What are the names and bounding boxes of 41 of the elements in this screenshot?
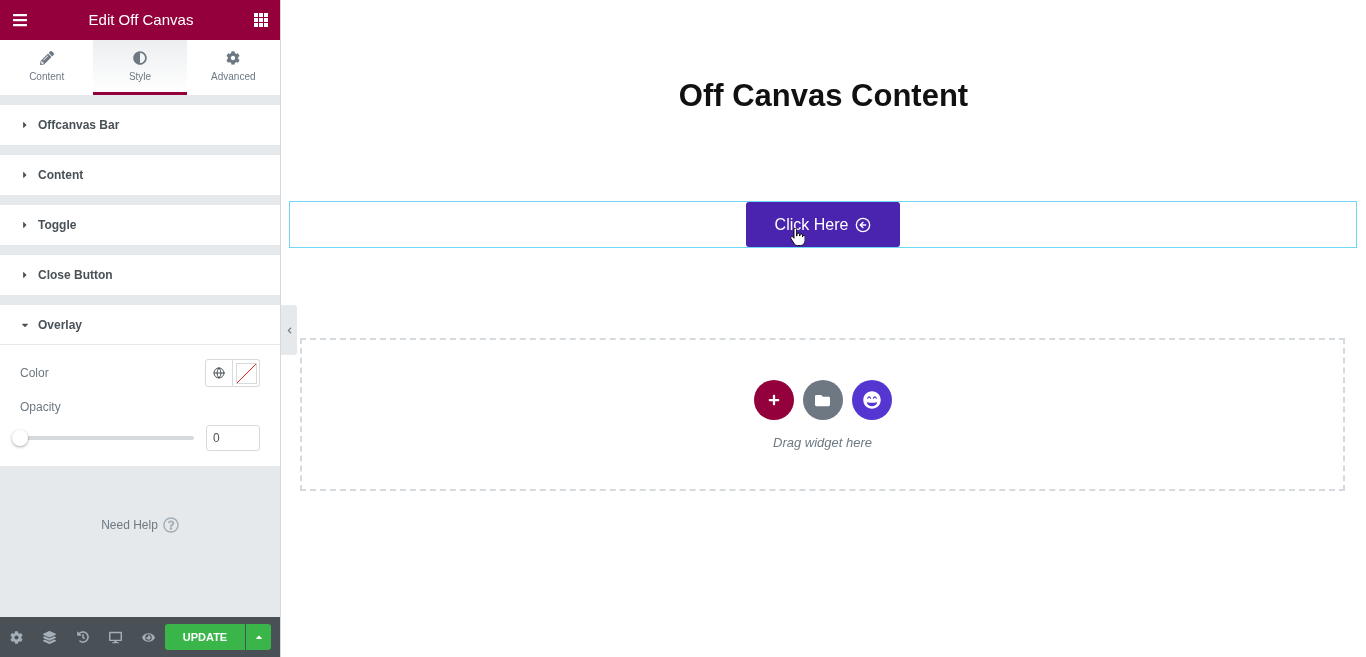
plus-icon	[767, 394, 780, 406]
eye-icon	[142, 630, 155, 644]
help-icon	[162, 517, 179, 533]
section-header[interactable]: Close Button	[0, 255, 280, 295]
slider-thumb[interactable]	[12, 430, 28, 446]
section-header[interactable]: Content	[0, 155, 280, 195]
panel-tab[interactable]: Advanced	[186, 40, 280, 95]
history-icon	[76, 631, 89, 643]
settings-icon	[226, 51, 241, 65]
control-label: Color	[20, 365, 49, 382]
panel-tab[interactable]: Style	[93, 40, 187, 95]
template-kit-button[interactable]	[851, 380, 892, 420]
settings-icon	[10, 630, 23, 644]
global-colors-button[interactable]	[205, 359, 233, 387]
add-section-button[interactable]	[753, 380, 794, 420]
opacity-input[interactable]: 0	[206, 425, 260, 451]
chevron-left-icon	[285, 326, 293, 334]
need-help-link[interactable]: Need Help	[101, 516, 179, 534]
collapse-panel-handle[interactable]	[281, 305, 297, 355]
control-label: Opacity	[20, 399, 62, 415]
folder-icon	[815, 392, 830, 408]
globe-icon	[213, 367, 225, 379]
desktop-icon	[109, 630, 122, 644]
panel-title: Edit Off Canvas	[88, 9, 194, 30]
smiley-face-icon	[862, 391, 881, 409]
empty-swatch-icon	[235, 362, 257, 384]
apps-grid-icon[interactable]	[254, 13, 268, 27]
hand-cursor-icon	[790, 228, 805, 246]
layers-icon	[43, 630, 56, 644]
add-template-button[interactable]	[802, 380, 843, 420]
section-header[interactable]: Toggle	[0, 205, 280, 245]
section-header[interactable]: Overlay	[0, 305, 280, 345]
panel-tab[interactable]: Content	[0, 40, 94, 95]
page-heading: Off Canvas Content	[678, 77, 969, 115]
arrow-left-circle-icon	[855, 216, 872, 233]
click-here-button[interactable]: Click Here	[746, 202, 900, 247]
color-picker-button[interactable]	[233, 359, 260, 387]
menu-icon[interactable]	[12, 12, 28, 28]
section-header[interactable]: Offcanvas Bar	[0, 105, 280, 145]
pencil-icon	[39, 51, 54, 65]
drop-zone-hint: Drag widget here	[773, 434, 872, 452]
